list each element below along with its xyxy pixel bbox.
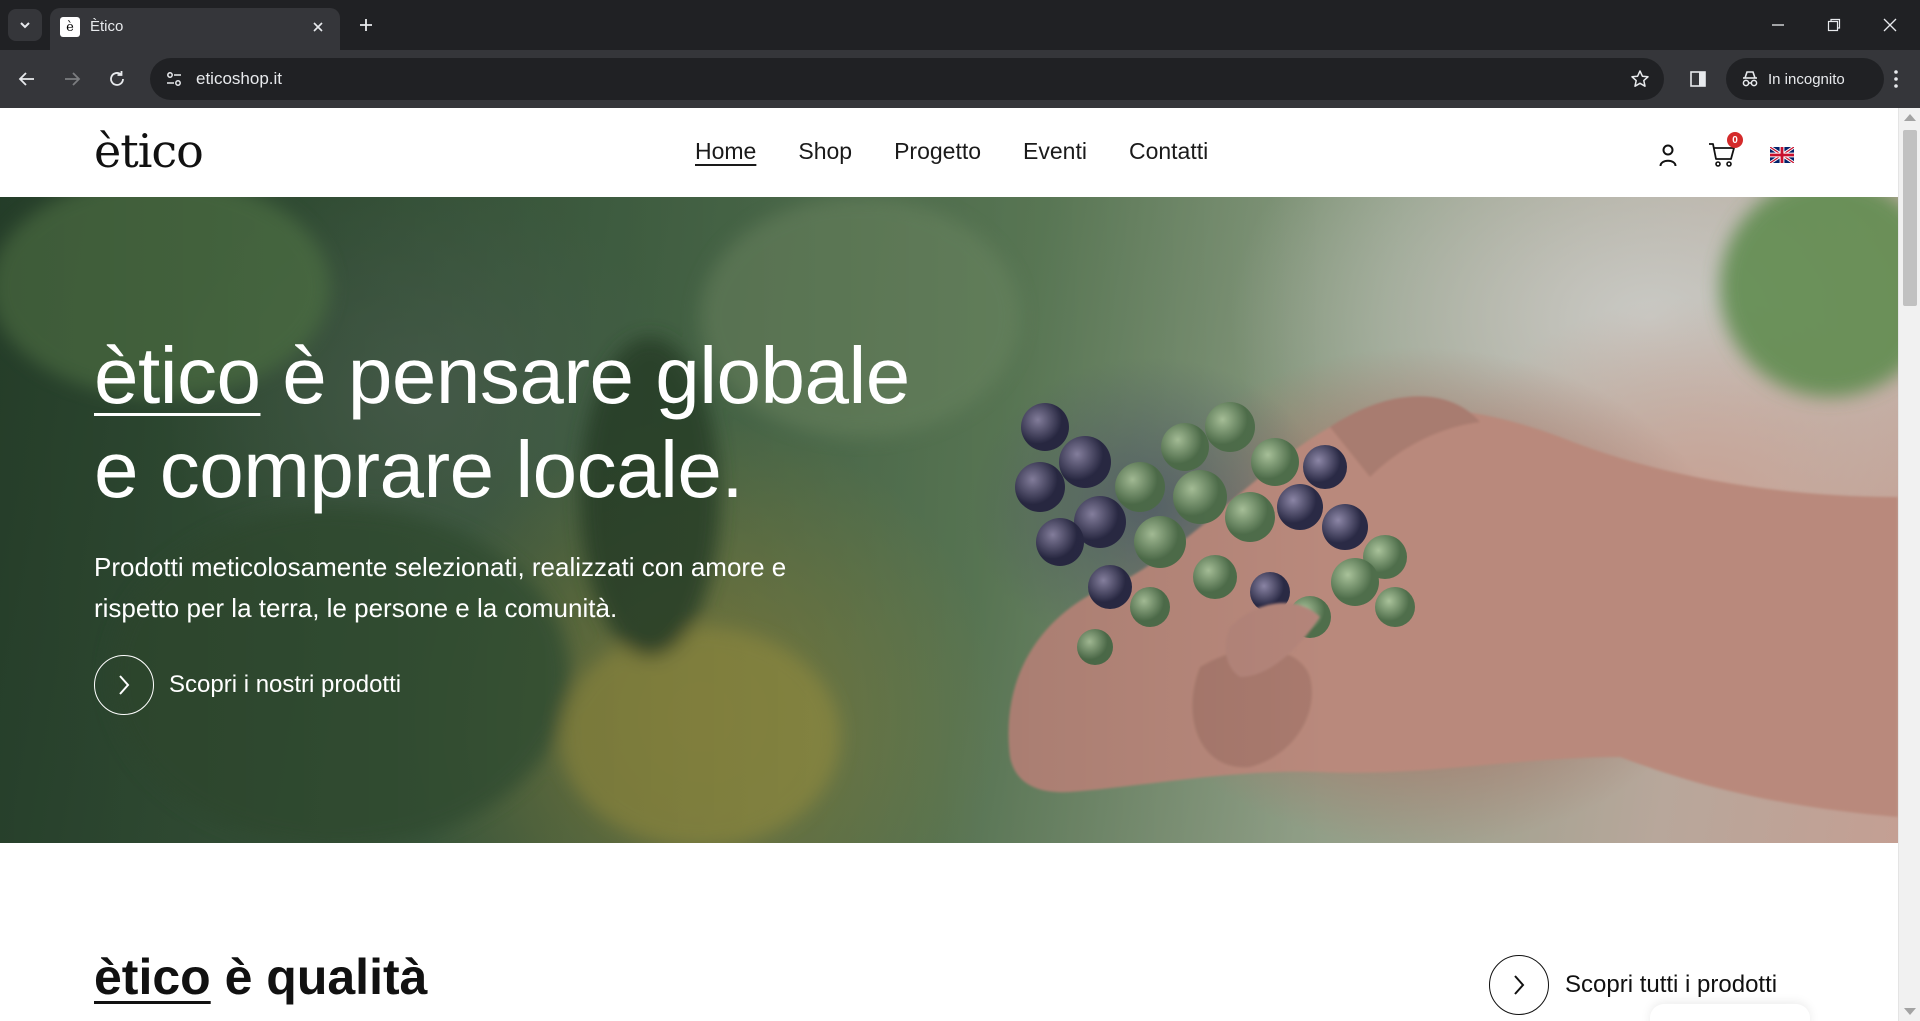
scroll-up-arrow-icon[interactable] xyxy=(1904,114,1916,121)
hero-cta-circle-button[interactable] xyxy=(94,655,154,715)
minimize-icon xyxy=(1772,24,1784,26)
star-icon xyxy=(1631,70,1649,87)
nav-link-contatti[interactable]: Contatti xyxy=(1129,138,1208,165)
incognito-indicator[interactable]: In incognito xyxy=(1726,58,1884,100)
hero-content: ètico è pensare globale e comprare local… xyxy=(94,329,910,715)
incognito-label: In incognito xyxy=(1768,70,1845,88)
nav-link-eventi[interactable]: Eventi xyxy=(1023,138,1087,165)
user-icon xyxy=(1659,144,1677,167)
more-vertical-icon xyxy=(1894,70,1898,88)
side-panel-button[interactable] xyxy=(1682,63,1714,95)
plus-icon xyxy=(360,19,372,31)
reload-button[interactable] xyxy=(99,61,135,97)
browser-tab-active[interactable]: è Ètico xyxy=(50,8,340,50)
url-text: eticoshop.it xyxy=(196,69,282,88)
chevron-right-icon xyxy=(1514,975,1525,995)
hero-title: ètico è pensare globale e comprare local… xyxy=(94,329,910,517)
nav-link-progetto[interactable]: Progetto xyxy=(894,138,981,165)
hero-cta-link[interactable]: Scopri i nostri prodotti xyxy=(94,655,910,715)
restore-button[interactable] xyxy=(1806,0,1862,50)
tab-search-button[interactable] xyxy=(8,9,42,41)
hero-title-brand[interactable]: ètico xyxy=(94,331,261,420)
site-info-button[interactable] xyxy=(162,67,186,91)
side-panel-icon xyxy=(1690,71,1706,87)
cart-button[interactable]: 0 xyxy=(1707,132,1743,170)
browser-menu-button[interactable] xyxy=(1880,63,1912,95)
scroll-down-arrow-icon[interactable] xyxy=(1904,1008,1916,1015)
scrollbar-thumb[interactable] xyxy=(1903,130,1917,306)
site-header: ètico Home Shop Progetto Eventi Contatti… xyxy=(0,108,1898,197)
uk-flag-icon xyxy=(1770,147,1794,163)
reload-icon xyxy=(110,71,124,86)
nav-link-shop[interactable]: Shop xyxy=(798,138,852,165)
hero-banner: ètico è pensare globale e comprare local… xyxy=(0,197,1898,843)
tab-close-button[interactable] xyxy=(308,17,328,37)
forward-button[interactable] xyxy=(54,61,90,97)
all-products-circle-button[interactable] xyxy=(1489,955,1549,1015)
arrow-right-icon xyxy=(65,72,81,86)
back-button[interactable] xyxy=(9,61,45,97)
page-scrollbar[interactable] xyxy=(1898,108,1920,1021)
hero-cta-label[interactable]: Scopri i nostri prodotti xyxy=(169,671,401,699)
section-title: ètico è qualità xyxy=(94,948,427,1006)
browser-toolbar: eticoshop.it In incognito xyxy=(0,50,1920,108)
tab-title: Ètico xyxy=(90,18,124,35)
tune-icon xyxy=(167,72,181,86)
hero-title-line1: è pensare globale xyxy=(260,331,910,420)
new-tab-button[interactable] xyxy=(352,11,380,39)
chevron-down-icon xyxy=(20,22,30,29)
hero-subtitle: Prodotti meticolosamente selezionati, re… xyxy=(94,552,787,623)
minimize-button[interactable] xyxy=(1750,0,1806,50)
site-logo[interactable]: ètico xyxy=(94,124,204,178)
tab-favicon-icon: è xyxy=(60,17,80,37)
main-nav: Home Shop Progetto Eventi Contatti xyxy=(695,138,1208,165)
arrow-left-icon xyxy=(18,72,34,86)
nav-link-home[interactable]: Home xyxy=(695,138,756,165)
close-window-button[interactable] xyxy=(1862,0,1918,50)
page-viewport: ètico Home Shop Progetto Eventi Contatti… xyxy=(0,108,1920,1021)
chat-widget-tab[interactable] xyxy=(1650,1004,1810,1021)
section-title-brand[interactable]: ètico xyxy=(94,949,211,1005)
close-icon xyxy=(313,22,323,32)
restore-icon xyxy=(1827,18,1841,32)
language-switcher[interactable] xyxy=(1767,140,1797,170)
close-icon xyxy=(1883,18,1897,32)
bookmark-button[interactable] xyxy=(1626,65,1654,93)
chevron-right-icon xyxy=(119,675,130,695)
section-title-rest: è qualità xyxy=(210,949,428,1005)
account-button[interactable] xyxy=(1653,140,1683,170)
address-bar[interactable]: eticoshop.it xyxy=(150,58,1664,100)
cart-count-badge: 0 xyxy=(1727,132,1743,148)
hero-title-line2: e comprare locale. xyxy=(94,425,744,514)
incognito-icon xyxy=(1742,71,1758,87)
browser-tabstrip: è Ètico xyxy=(0,0,1920,50)
all-products-label[interactable]: Scopri tutti i prodotti xyxy=(1565,971,1777,999)
